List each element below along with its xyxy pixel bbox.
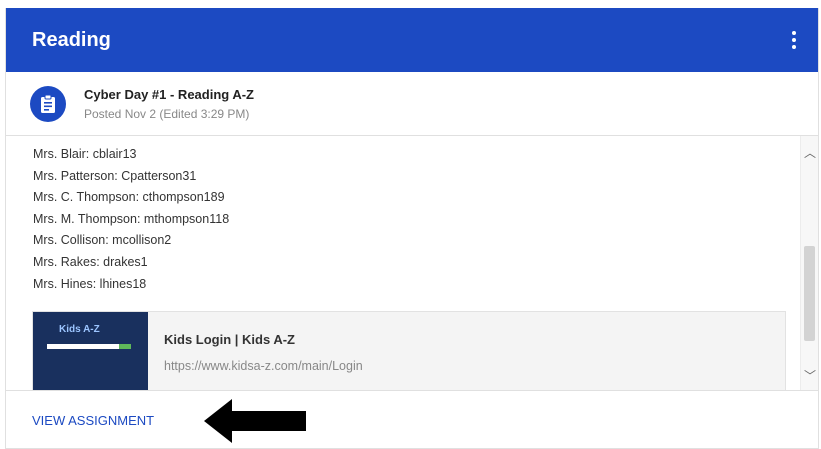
assignment-icon: [30, 85, 66, 122]
more-vert-icon[interactable]: [784, 28, 804, 52]
list-item: Mrs. Blair: cblair13: [33, 147, 137, 161]
post-title: Cyber Day #1 - Reading A-Z: [84, 86, 255, 102]
scroll-down-icon[interactable]: ﹀: [801, 367, 818, 384]
post-row[interactable]: Cyber Day #1 - Reading A-Z Posted Nov 2 …: [6, 72, 818, 136]
post-meta: Posted Nov 2 (Edited 3:29 PM): [84, 106, 250, 121]
class-title: Reading: [32, 28, 111, 51]
list-item: Mrs. Hines: lhines18: [33, 276, 147, 291]
list-item: Mrs. C. Thompson: cthompson189: [33, 190, 225, 205]
thumbnail-logo: Kids A-Z: [59, 324, 100, 335]
scroll-up-icon[interactable]: ︿: [801, 144, 818, 161]
assignment-card: Reading Cyber Day #1 - Reading A-Z Poste…: [5, 8, 819, 449]
class-header: Reading: [6, 8, 818, 72]
list-item: Mrs. Collison: mcollison2: [33, 233, 172, 248]
list-item: Mrs. Rakes: drakes1: [33, 254, 148, 269]
thumbnail-input-bar: [47, 344, 119, 349]
link-thumbnail: Kids A-Z: [33, 312, 148, 390]
view-assignment-button[interactable]: VIEW ASSIGNMENT: [32, 413, 154, 428]
scrollbar[interactable]: ︿ ﹀: [800, 136, 818, 390]
link-attachment[interactable]: Kids A-Z Kids Login | Kids A-Z https://w…: [32, 311, 786, 390]
left-arrow-icon: [204, 399, 306, 443]
link-url: https://www.kidsa-z.com/main/Login: [164, 359, 363, 373]
assignment-body: Mrs. Blair: cblair13 Mrs. Patterson: Cpa…: [6, 136, 818, 390]
link-title: Kids Login | Kids A-Z: [164, 332, 295, 347]
login-list: Mrs. Blair: cblair13 Mrs. Patterson: Cpa…: [6, 136, 818, 295]
list-item: Mrs. M. Thompson: mthompson118: [33, 211, 230, 226]
card-footer: VIEW ASSIGNMENT: [6, 390, 818, 448]
thumbnail-go-button: [119, 344, 131, 349]
list-item: Mrs. Patterson: Cpatterson31: [33, 168, 197, 183]
scrollbar-thumb[interactable]: [804, 246, 815, 341]
